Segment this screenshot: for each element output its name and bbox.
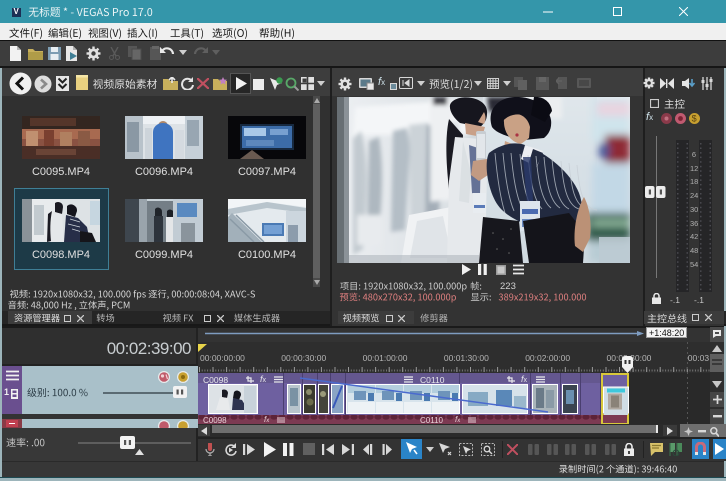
svg-text:$: $ — [692, 114, 697, 124]
